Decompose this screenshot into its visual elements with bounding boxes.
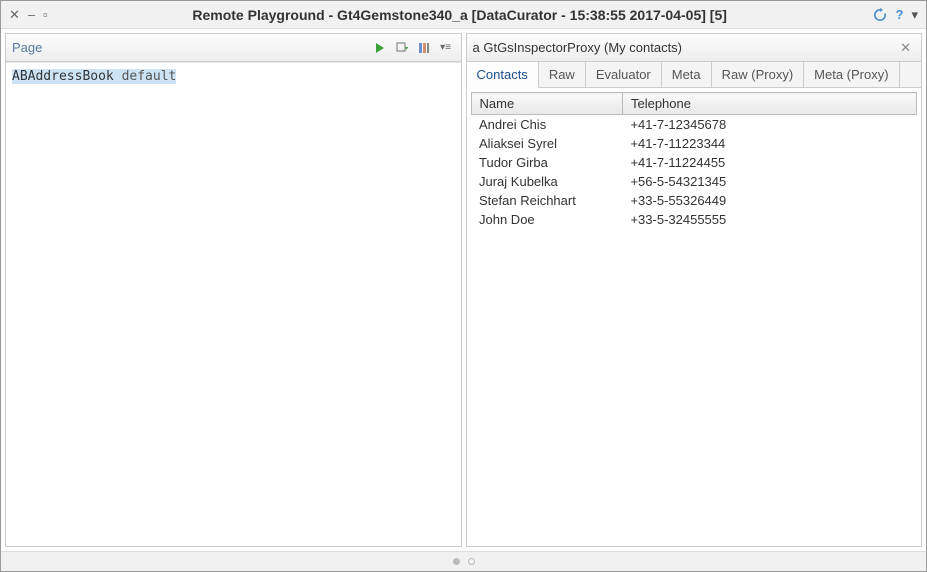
- table-row[interactable]: Tudor Girba+41-7-11224455: [471, 153, 917, 172]
- cell-name: Juraj Kubelka: [471, 172, 622, 191]
- cell-name: Andrei Chis: [471, 115, 622, 135]
- dropdown-menu-icon[interactable]: ▾: [911, 7, 918, 23]
- columns-icon[interactable]: [415, 39, 433, 57]
- playground-tab[interactable]: Page: [12, 40, 371, 55]
- code-token-message: default: [114, 69, 177, 84]
- tab-meta-proxy-[interactable]: Meta (Proxy): [804, 62, 899, 87]
- close-window-icon[interactable]: ✕: [9, 7, 20, 23]
- window-title: Remote Playground - Gt4Gemstone340_a [Da…: [48, 7, 872, 23]
- inspector-title: a GtGsInspectorProxy (My contacts): [473, 40, 897, 55]
- tab-meta[interactable]: Meta: [662, 62, 712, 87]
- cell-telephone: +56-5-54321345: [622, 172, 916, 191]
- close-tab-icon[interactable]: ✕: [896, 40, 915, 56]
- refresh-icon[interactable]: [872, 7, 888, 23]
- menu-dropdown-icon[interactable]: ▾≡: [437, 39, 455, 57]
- code-token-class: ABAddressBook: [12, 69, 114, 84]
- play-icon[interactable]: [371, 39, 389, 57]
- help-icon[interactable]: ?: [896, 7, 904, 22]
- table-row[interactable]: Andrei Chis+41-7-12345678: [471, 115, 917, 135]
- minimize-window-icon[interactable]: –: [28, 7, 35, 23]
- cell-name: Tudor Girba: [471, 153, 622, 172]
- cell-telephone: +33-5-55326449: [622, 191, 916, 210]
- table-row[interactable]: John Doe+33-5-32455555: [471, 210, 917, 229]
- contacts-table: Name Telephone Andrei Chis+41-7-12345678…: [471, 92, 918, 229]
- pager-dot-inactive[interactable]: [468, 558, 475, 565]
- footer-pager: [1, 551, 926, 571]
- window-controls: ✕ – ▫: [9, 7, 48, 23]
- cell-name: Stefan Reichhart: [471, 191, 622, 210]
- column-header-name[interactable]: Name: [471, 93, 622, 115]
- playground-toolbar: ▾≡: [371, 39, 455, 57]
- inspector-panel: a GtGsInspectorProxy (My contacts) ✕ Con…: [466, 33, 923, 547]
- cell-name: Aliaksei Syrel: [471, 134, 622, 153]
- table-row[interactable]: Aliaksei Syrel+41-7-11223344: [471, 134, 917, 153]
- table-row[interactable]: Juraj Kubelka+56-5-54321345: [471, 172, 917, 191]
- code-editor[interactable]: ABAddressBook default: [6, 62, 461, 546]
- cell-name: John Doe: [471, 210, 622, 229]
- playground-panel: Page ▾≡ ABAddressBook default: [5, 33, 462, 547]
- inspector-tabs: ContactsRawEvaluatorMetaRaw (Proxy)Meta …: [467, 62, 922, 88]
- cell-telephone: +33-5-32455555: [622, 210, 916, 229]
- titlebar: ✕ – ▫ Remote Playground - Gt4Gemstone340…: [1, 1, 926, 29]
- pager-dot-active[interactable]: [453, 558, 460, 565]
- inspector-header: a GtGsInspectorProxy (My contacts) ✕: [467, 34, 922, 62]
- main-area: Page ▾≡ ABAddressBook default a GtGsInsp…: [1, 29, 926, 551]
- cell-telephone: +41-7-12345678: [622, 115, 916, 135]
- cell-telephone: +41-7-11223344: [622, 134, 916, 153]
- contacts-table-wrap: Name Telephone Andrei Chis+41-7-12345678…: [467, 88, 922, 546]
- cell-telephone: +41-7-11224455: [622, 153, 916, 172]
- playground-header: Page ▾≡: [6, 34, 461, 62]
- tab-raw-proxy-[interactable]: Raw (Proxy): [712, 62, 805, 87]
- titlebar-right: ? ▾: [872, 7, 918, 23]
- tab-raw[interactable]: Raw: [539, 62, 586, 87]
- table-row[interactable]: Stefan Reichhart+33-5-55326449: [471, 191, 917, 210]
- inspect-icon[interactable]: [393, 39, 411, 57]
- column-header-telephone[interactable]: Telephone: [622, 93, 916, 115]
- tab-contacts[interactable]: Contacts: [467, 62, 539, 88]
- tab-evaluator[interactable]: Evaluator: [586, 62, 662, 87]
